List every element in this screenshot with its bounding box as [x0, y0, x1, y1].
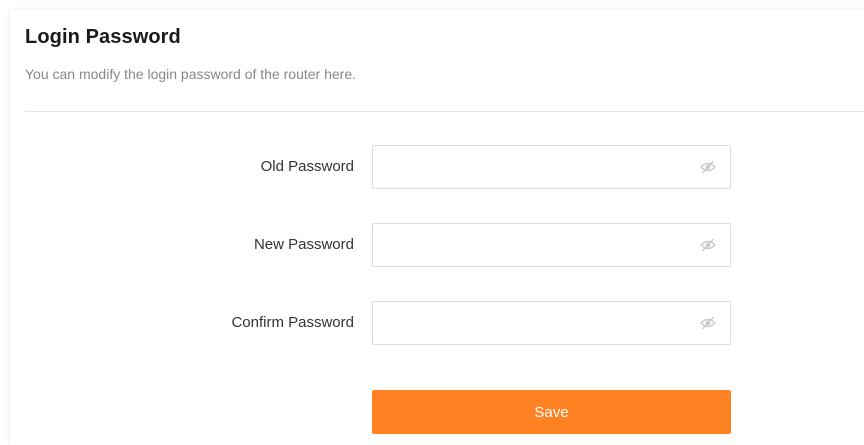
- old-password-field: [372, 145, 731, 189]
- header-divider: [25, 111, 864, 112]
- eye-off-icon[interactable]: [700, 160, 716, 174]
- save-button[interactable]: Save: [372, 390, 731, 434]
- new-password-row: New Password: [10, 223, 864, 267]
- old-password-label: Old Password: [260, 158, 354, 175]
- old-password-row: Old Password: [10, 145, 864, 189]
- confirm-password-row: Confirm Password: [10, 301, 864, 345]
- confirm-password-label: Confirm Password: [231, 314, 354, 331]
- eye-off-icon[interactable]: [700, 238, 716, 252]
- new-password-field: [372, 223, 731, 267]
- new-password-input[interactable]: [373, 224, 703, 266]
- confirm-password-input[interactable]: [373, 302, 703, 344]
- eye-off-icon[interactable]: [700, 316, 716, 330]
- old-password-input[interactable]: [373, 146, 703, 188]
- confirm-password-field: [372, 301, 731, 345]
- login-password-panel: Login Password You can modify the login …: [10, 10, 864, 445]
- page-description: You can modify the login password of the…: [25, 66, 357, 82]
- page-title: Login Password: [25, 26, 181, 48]
- new-password-label: New Password: [253, 236, 354, 253]
